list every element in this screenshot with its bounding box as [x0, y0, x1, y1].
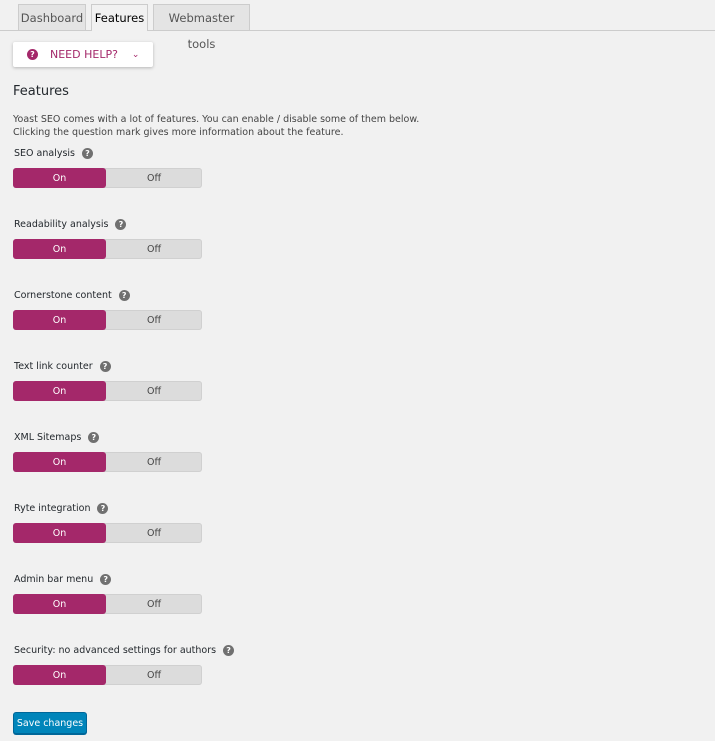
help-question-icon[interactable]: ? [100, 574, 112, 585]
help-question-icon[interactable]: ? [82, 148, 93, 159]
feature-label: SEO analysis? [14, 147, 93, 160]
tab-features[interactable]: Features [91, 4, 148, 31]
feature-toggle[interactable]: On Off [13, 665, 202, 685]
tab-dashboard[interactable]: Dashboard [18, 4, 86, 30]
feature-toggle[interactable]: On Off [13, 168, 202, 188]
feature-label-text: Admin bar menu [14, 574, 94, 585]
feature-toggle[interactable]: On Off [13, 381, 202, 401]
feature-row: Security: no advanced settings for autho… [13, 644, 313, 694]
feature-toggle[interactable]: On Off [13, 523, 202, 543]
toggle-off-option[interactable]: Off [106, 523, 202, 543]
toggle-off-option[interactable]: Off [106, 665, 202, 685]
feature-toggle[interactable]: On Off [13, 310, 202, 330]
feature-row: SEO analysis? On Off [13, 147, 313, 197]
feature-label-text: Security: no advanced settings for autho… [14, 645, 217, 656]
chevron-down-icon: ⌄ [131, 49, 140, 60]
feature-label-text: XML Sitemaps [14, 432, 82, 443]
toggle-on-option[interactable]: On [13, 310, 106, 330]
feature-label-text: SEO analysis [14, 148, 75, 159]
help-question-icon[interactable]: ? [88, 432, 100, 443]
feature-label: Admin bar menu? [14, 573, 112, 586]
feature-label: Cornerstone content? [14, 289, 130, 302]
need-help-label: NEED HELP? [50, 48, 118, 61]
toggle-off-option[interactable]: Off [106, 239, 202, 259]
toggle-off-option[interactable]: Off [106, 168, 202, 188]
feature-label: Text link counter? [14, 360, 111, 373]
feature-toggle[interactable]: On Off [13, 239, 202, 259]
page-title: Features [13, 84, 69, 99]
help-question-icon[interactable]: ? [223, 645, 235, 656]
help-question-icon[interactable]: ? [115, 219, 127, 230]
feature-label-text: Readability analysis [14, 219, 109, 230]
feature-row: Cornerstone content? On Off [13, 289, 313, 339]
feature-label: Ryte integration? [14, 502, 109, 515]
feature-row: Readability analysis? On Off [13, 218, 313, 268]
feature-row: Text link counter? On Off [13, 360, 313, 410]
feature-label: Readability analysis? [14, 218, 127, 231]
feature-label-text: Cornerstone content [14, 290, 112, 301]
save-changes-button[interactable]: Save changes [13, 712, 87, 734]
need-help-button[interactable]: ? NEED HELP? ⌄ [13, 42, 153, 67]
help-question-icon[interactable]: ? [99, 361, 111, 372]
toggle-off-option[interactable]: Off [106, 310, 202, 330]
feature-label-text: Text link counter [14, 361, 93, 372]
feature-label-text: Ryte integration [14, 503, 91, 514]
toggle-on-option[interactable]: On [13, 665, 106, 685]
help-question-icon[interactable]: ? [118, 290, 130, 301]
toggle-on-option[interactable]: On [13, 381, 106, 401]
toggle-on-option[interactable]: On [13, 168, 106, 188]
toggle-off-option[interactable]: Off [106, 452, 202, 472]
tab-webmaster-tools[interactable]: Webmaster tools [153, 4, 250, 51]
toggle-on-option[interactable]: On [13, 239, 106, 259]
toggle-off-option[interactable]: Off [106, 594, 202, 614]
toggle-off-option[interactable]: Off [106, 381, 202, 401]
question-icon: ? [27, 49, 38, 60]
feature-row: Admin bar menu? On Off [13, 573, 313, 623]
feature-row: Ryte integration? On Off [13, 502, 313, 552]
feature-label: Security: no advanced settings for autho… [14, 644, 235, 657]
feature-row: XML Sitemaps? On Off [13, 431, 313, 481]
toggle-on-option[interactable]: On [13, 452, 106, 472]
feature-label: XML Sitemaps? [14, 431, 100, 444]
toggle-on-option[interactable]: On [13, 523, 106, 543]
feature-toggle[interactable]: On Off [13, 594, 202, 614]
feature-toggle[interactable]: On Off [13, 452, 202, 472]
toggle-on-option[interactable]: On [13, 594, 106, 614]
help-question-icon[interactable]: ? [97, 503, 109, 514]
page-description: Yoast SEO comes with a lot of features. … [13, 114, 420, 138]
